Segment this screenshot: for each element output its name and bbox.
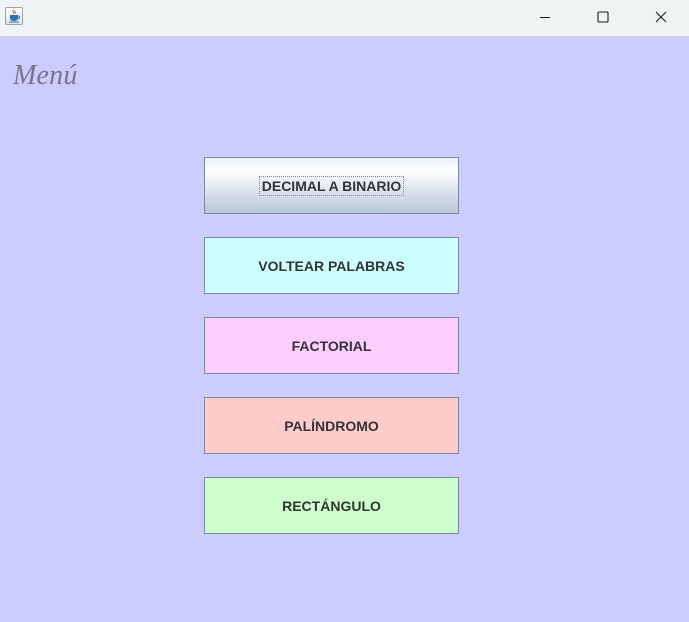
close-button[interactable] xyxy=(632,0,689,34)
voltear-palabras-button[interactable]: VOLTEAR PALABRAS xyxy=(204,237,459,294)
button-label: PALÍNDROMO xyxy=(284,417,379,434)
button-label: RECTÁNGULO xyxy=(282,497,381,514)
button-label: FACTORIAL xyxy=(291,337,372,354)
button-label: DECIMAL A BINARIO xyxy=(258,175,405,196)
factorial-button[interactable]: FACTORIAL xyxy=(204,317,459,374)
close-icon xyxy=(655,11,667,23)
minimize-icon xyxy=(540,17,550,18)
content-panel: Menú DECIMAL A BINARIO VOLTEAR PALABRAS … xyxy=(0,36,689,622)
decimal-a-binario-button[interactable]: DECIMAL A BINARIO xyxy=(204,157,459,214)
java-cup-icon[interactable] xyxy=(5,7,23,25)
button-label: VOLTEAR PALABRAS xyxy=(258,257,405,274)
palindromo-button[interactable]: PALÍNDROMO xyxy=(204,397,459,454)
app-window: Menú DECIMAL A BINARIO VOLTEAR PALABRAS … xyxy=(0,0,689,622)
maximize-button[interactable] xyxy=(574,0,632,34)
minimize-button[interactable] xyxy=(516,0,574,34)
maximize-icon xyxy=(597,11,609,23)
rectangulo-button[interactable]: RECTÁNGULO xyxy=(204,477,459,534)
title-bar[interactable] xyxy=(0,0,689,36)
menu-title: Menú xyxy=(13,60,78,91)
